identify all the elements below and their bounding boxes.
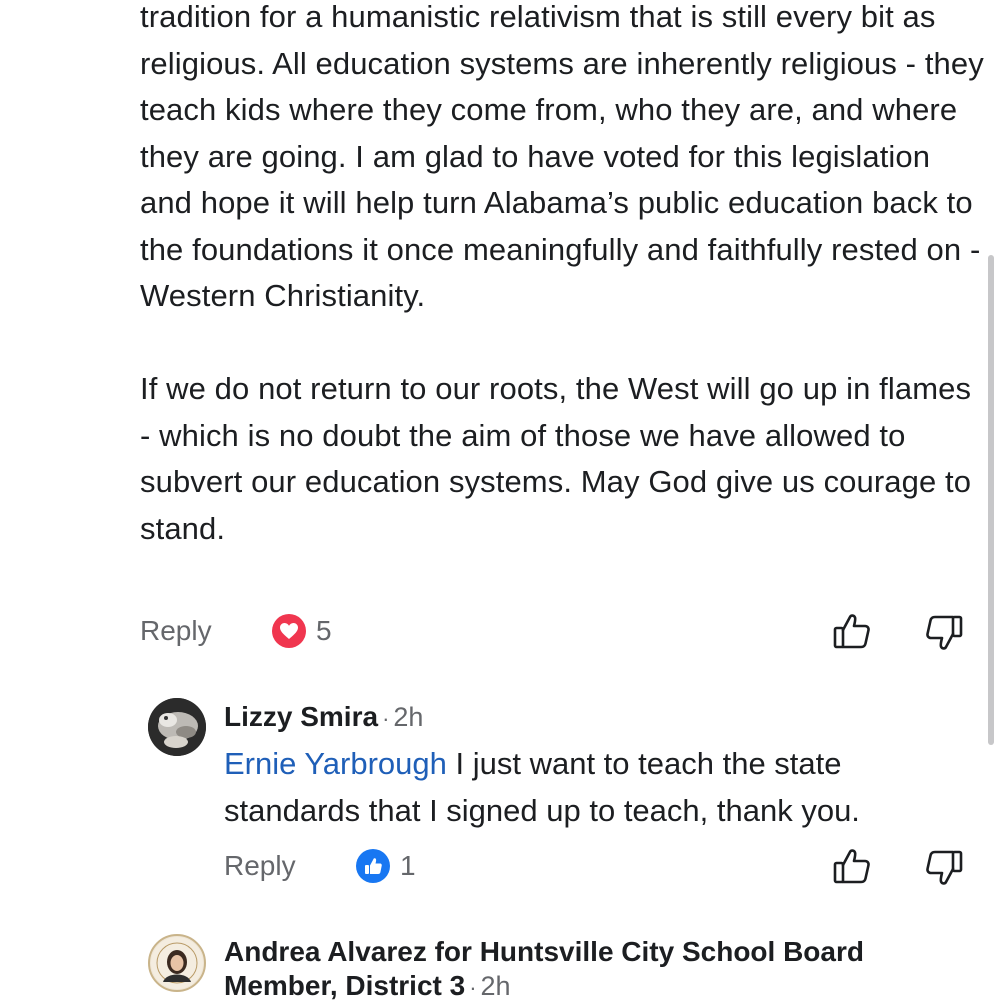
thumbs-up-icon[interactable] [832,846,872,886]
separator-dot: · [469,975,477,1000]
mention-link[interactable]: Ernie Yarbrough [224,746,447,781]
reply-button[interactable]: Reply [224,850,296,882]
thumbs-up-icon[interactable] [832,611,872,651]
comment-actions: Reply [140,611,212,651]
comment-paragraph: tradition for a humanistic relativism th… [140,0,984,313]
reaction-count: 1 [400,850,416,881]
reaction-count: 5 [316,615,332,646]
reaction-summary[interactable]: 1 [356,849,416,883]
comment-text: tradition for a humanistic relativism th… [140,0,990,552]
heart-icon [272,614,306,648]
separator-dot: · [382,706,390,731]
like-icon [356,849,390,883]
author-name[interactable]: Andrea Alvarez for Huntsville City Schoo… [224,935,864,969]
timestamp[interactable]: 2h [393,702,423,732]
avatar[interactable] [148,934,206,992]
comment-paragraph: If we do not return to our roots, the We… [140,371,972,546]
reply-author-line: Lizzy Smira · 2h [224,700,423,736]
scrollbar[interactable] [988,255,994,745]
author-name-continued[interactable]: Member, District 3 [224,970,465,1000]
thumbs-down-icon[interactable] [924,848,964,888]
avatar[interactable] [148,698,206,756]
timestamp[interactable]: 2h [481,971,511,1000]
author-name[interactable]: Lizzy Smira [224,701,378,732]
comments-thread: tradition for a humanistic relativism th… [0,0,1000,1000]
reply-button[interactable]: Reply [140,615,212,647]
reaction-summary[interactable]: 5 [272,614,332,648]
reply-actions: Reply [224,846,296,886]
reply-text: Ernie Yarbrough I just want to teach the… [224,741,984,834]
thumbs-down-icon[interactable] [924,613,964,653]
reply-author-line: Andrea Alvarez for Huntsville City Schoo… [224,935,864,1000]
